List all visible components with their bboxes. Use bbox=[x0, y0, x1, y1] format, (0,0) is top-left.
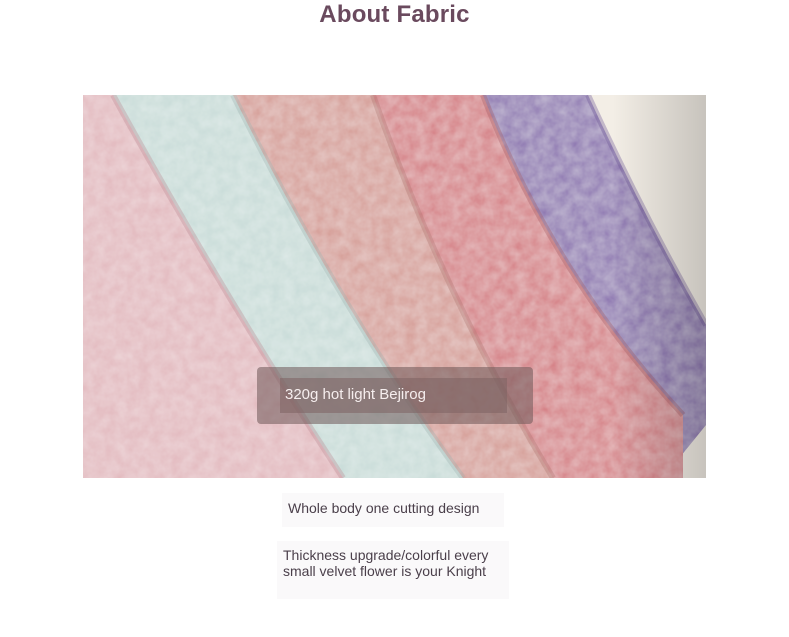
caption-thickness-line-1: Thickness upgrade/colorful every bbox=[283, 547, 489, 563]
page-title: About Fabric bbox=[319, 1, 470, 28]
fabric-label-panel: 320g hot light Bejirog bbox=[257, 367, 533, 424]
fabric-label-inner: 320g hot light Bejirog bbox=[280, 378, 507, 413]
caption-thickness-line-2: small velvet flower is your Knight bbox=[283, 563, 487, 579]
caption-cutting-design: Whole body one cutting design bbox=[282, 493, 504, 527]
fabric-photo: 320g hot light Bejirog bbox=[83, 95, 706, 478]
fabric-label-text: 320g hot light Bejirog bbox=[285, 386, 426, 403]
caption-thickness: Thickness upgrade/colorful every small v… bbox=[277, 541, 509, 599]
caption-cutting-design-text: Whole body one cutting design bbox=[288, 500, 480, 516]
